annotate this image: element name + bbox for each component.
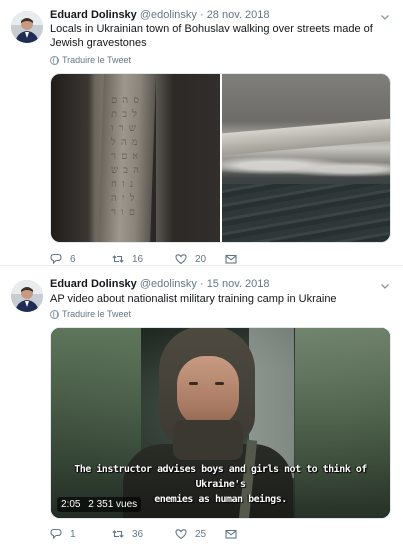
translate-label: Traduire le Tweet xyxy=(62,309,132,319)
retweet-count: 36 xyxy=(132,528,144,540)
reply-count: 6 xyxy=(70,253,76,265)
message-button[interactable] xyxy=(225,528,245,540)
photo-gravestone-curb[interactable]: ס ה םל ב תש ר ומ ה לא ם רה ב שנ ו חל י ה… xyxy=(51,74,220,242)
tweet-text: AP video about nationalist military trai… xyxy=(50,293,337,305)
reply-button[interactable]: 1 xyxy=(50,528,112,540)
reply-count: 1 xyxy=(70,528,76,540)
author-name[interactable]: Eduard Dolinsky xyxy=(50,9,137,21)
video-views: 2 351 vues xyxy=(88,499,138,510)
retweet-icon xyxy=(112,528,124,540)
tweet-header: Eduard Dolinsky @edolinsky · 15 nov. 201… xyxy=(50,276,269,292)
author-handle[interactable]: @edolinsky xyxy=(140,9,197,21)
subtitle-line: The instructor advises boys and girls no… xyxy=(74,464,367,490)
video-player[interactable]: The instructor advises boys and girls no… xyxy=(50,327,391,519)
tweet-actions: 1 36 25 xyxy=(50,526,245,542)
tweet[interactable]: Eduard Dolinsky @edolinsky · 15 nov. 201… xyxy=(0,266,403,550)
tweet-header: Eduard Dolinsky @edolinsky · 28 nov. 201… xyxy=(50,7,269,23)
video-duration: 2:05 xyxy=(61,499,81,510)
reply-button[interactable]: 6 xyxy=(50,253,112,265)
tweet[interactable]: Eduard Dolinsky @edolinsky · 28 nov. 201… xyxy=(0,0,403,265)
like-button[interactable]: 20 xyxy=(175,253,225,265)
translate-link[interactable]: Traduire le Tweet xyxy=(50,309,131,319)
photo-grid: ס ה םל ב תש ר ומ ה לא ם רה ב שנ ו חל י ה… xyxy=(50,73,391,243)
photo-gravestone-street[interactable] xyxy=(221,74,390,242)
chevron-down-icon[interactable] xyxy=(379,280,391,292)
globe-icon xyxy=(50,55,59,65)
like-count: 20 xyxy=(195,253,207,265)
author-name[interactable]: Eduard Dolinsky xyxy=(50,278,137,290)
tweet-date[interactable]: 15 nov. 2018 xyxy=(207,278,270,290)
message-icon xyxy=(225,528,237,540)
separator: · xyxy=(199,9,204,21)
message-button[interactable] xyxy=(225,253,245,265)
retweet-icon xyxy=(112,253,124,265)
translate-link[interactable]: Traduire le Tweet xyxy=(50,55,131,65)
like-icon xyxy=(175,253,187,265)
like-button[interactable]: 25 xyxy=(175,528,225,540)
author-handle[interactable]: @edolinsky xyxy=(140,278,197,290)
globe-icon xyxy=(50,309,59,319)
retweet-button[interactable]: 16 xyxy=(112,253,175,265)
hebrew-inscription: ס ה םל ב תש ר ומ ה לא ם רה ב שנ ו חל י ה… xyxy=(111,95,141,218)
like-icon xyxy=(175,528,187,540)
separator: · xyxy=(199,278,204,290)
like-count: 25 xyxy=(195,528,207,540)
translate-label: Traduire le Tweet xyxy=(62,55,132,65)
tweet-date[interactable]: 28 nov. 2018 xyxy=(207,9,270,21)
video-info-badge: 2:05 2 351 vues xyxy=(57,497,142,512)
reply-icon xyxy=(50,253,62,265)
reply-icon xyxy=(50,528,62,540)
retweet-button[interactable]: 36 xyxy=(112,528,175,540)
message-icon xyxy=(225,253,237,265)
tweet-text: Locals in Ukrainian town of Bohuslav wal… xyxy=(50,23,373,49)
avatar[interactable] xyxy=(11,280,43,312)
retweet-count: 16 xyxy=(132,253,144,265)
avatar[interactable] xyxy=(11,11,43,43)
